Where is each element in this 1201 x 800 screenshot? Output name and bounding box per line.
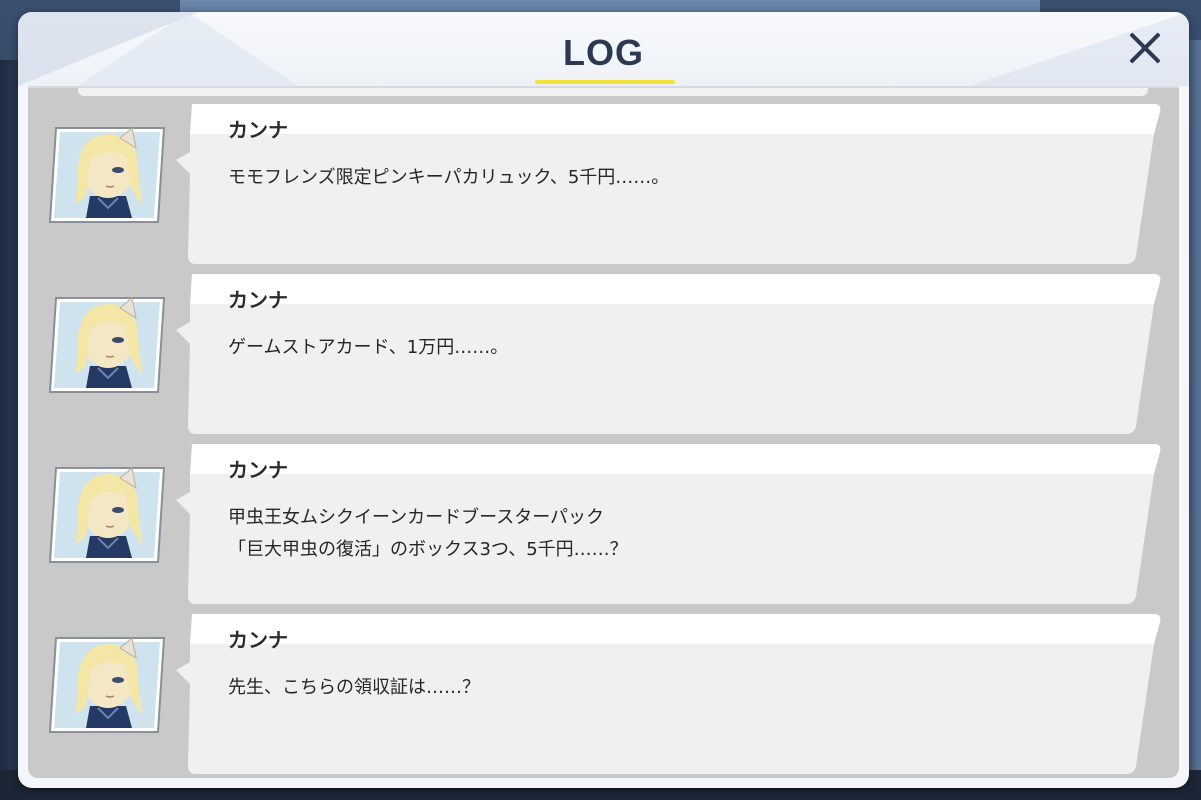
kanna-portrait-icon (46, 636, 166, 738)
title-underline (535, 80, 675, 84)
dialogue-text: モモフレンズ限定ピンキーパカリュック、5千円……。 (228, 167, 670, 188)
log-header: LOG (18, 12, 1189, 86)
dialogue-text: ゲームストアカード、1万円……。 (228, 337, 509, 358)
kanna-portrait-icon (46, 126, 166, 228)
log-panel: LOG カンナ モモフレンズ限定ピンキーパカリュック、5千円……。 カンナ ゲー… (18, 12, 1189, 788)
log-entry: カンナ ゲームストアカード、1万円……。 (28, 274, 1179, 436)
dialogue-bubble: カンナ 先生、こちらの領収証は……？ (176, 614, 1166, 774)
log-entry: カンナ 先生、こちらの領収証は……？ (28, 614, 1179, 776)
log-title: LOG (563, 32, 644, 73)
speaker-name: カンナ (228, 288, 288, 312)
close-x-icon[interactable] (1123, 26, 1167, 70)
log-entry: カンナ モモフレンズ限定ピンキーパカリュック、5千円……。 (28, 104, 1179, 266)
speaker-name: カンナ (228, 628, 288, 652)
dialogue-bubble: カンナ ゲームストアカード、1万円……。 (176, 274, 1166, 434)
log-list[interactable]: カンナ モモフレンズ限定ピンキーパカリュック、5千円……。 カンナ ゲームストア… (28, 88, 1179, 778)
log-entry: カンナ 甲虫王女ムシクイーンカードブースターパック 「巨大甲虫の復活」のボックス… (28, 444, 1179, 606)
kanna-portrait-icon (46, 296, 166, 398)
speaker-name: カンナ (228, 458, 288, 482)
speaker-name: カンナ (228, 118, 288, 142)
previous-entry-edge (78, 88, 1148, 96)
dialogue-bubble: カンナ 甲虫王女ムシクイーンカードブースターパック 「巨大甲虫の復活」のボックス… (176, 444, 1166, 604)
kanna-portrait-icon (46, 466, 166, 568)
dialogue-bubble: カンナ モモフレンズ限定ピンキーパカリュック、5千円……。 (176, 104, 1166, 264)
dialogue-text: 甲虫王女ムシクイーンカードブースターパック 「巨大甲虫の復活」のボックス3つ、5… (228, 507, 628, 560)
dialogue-text: 先生、こちらの領収証は……？ (228, 677, 480, 698)
